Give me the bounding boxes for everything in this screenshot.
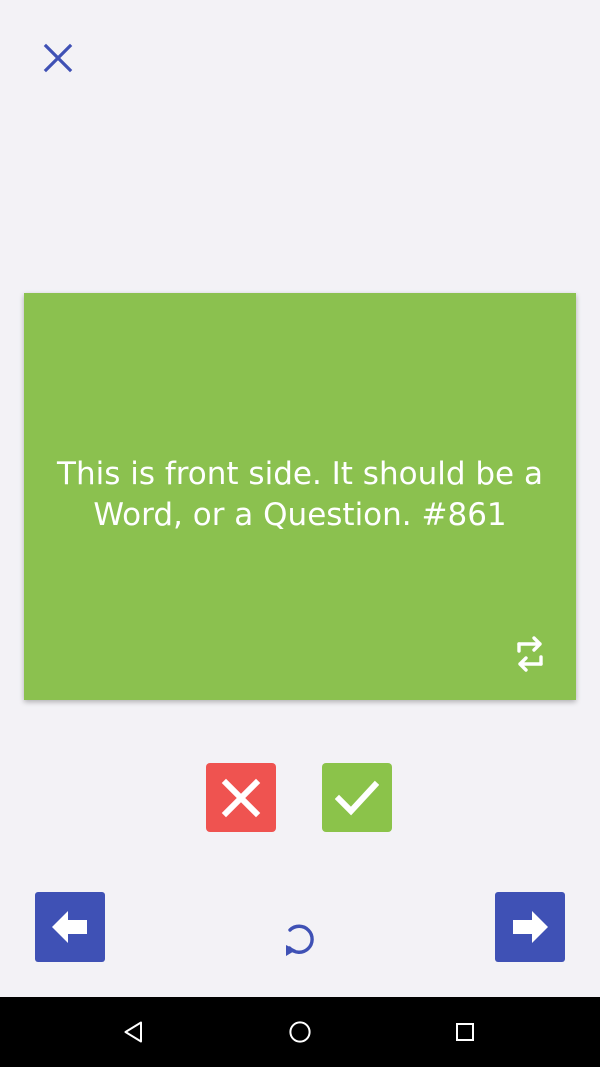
system-home-button[interactable] xyxy=(279,1011,321,1053)
flashcard[interactable]: This is front side. It should be a Word,… xyxy=(24,293,576,700)
check-icon xyxy=(335,780,379,815)
triangle-back-icon xyxy=(124,1021,142,1043)
next-card-button[interactable] xyxy=(495,892,565,962)
system-back-button[interactable] xyxy=(113,1011,155,1053)
arrow-right-icon xyxy=(513,911,548,943)
close-icon xyxy=(43,43,73,73)
mark-wrong-button[interactable] xyxy=(206,763,276,832)
square-recents-icon xyxy=(456,1023,474,1041)
cross-icon xyxy=(221,778,261,817)
rotate-left-icon xyxy=(286,924,314,956)
system-navigation-bar xyxy=(0,997,600,1067)
restart-button[interactable] xyxy=(276,916,324,964)
close-button[interactable] xyxy=(38,38,78,78)
mark-correct-button[interactable] xyxy=(322,763,392,832)
swap-horizontal-icon xyxy=(517,636,543,672)
arrow-left-icon xyxy=(52,911,87,943)
circle-home-icon xyxy=(289,1021,311,1043)
system-recents-button[interactable] xyxy=(444,1011,486,1053)
previous-card-button[interactable] xyxy=(35,892,105,962)
flip-card-button[interactable] xyxy=(510,632,550,676)
card-front-text: This is front side. It should be a Word,… xyxy=(57,455,543,533)
